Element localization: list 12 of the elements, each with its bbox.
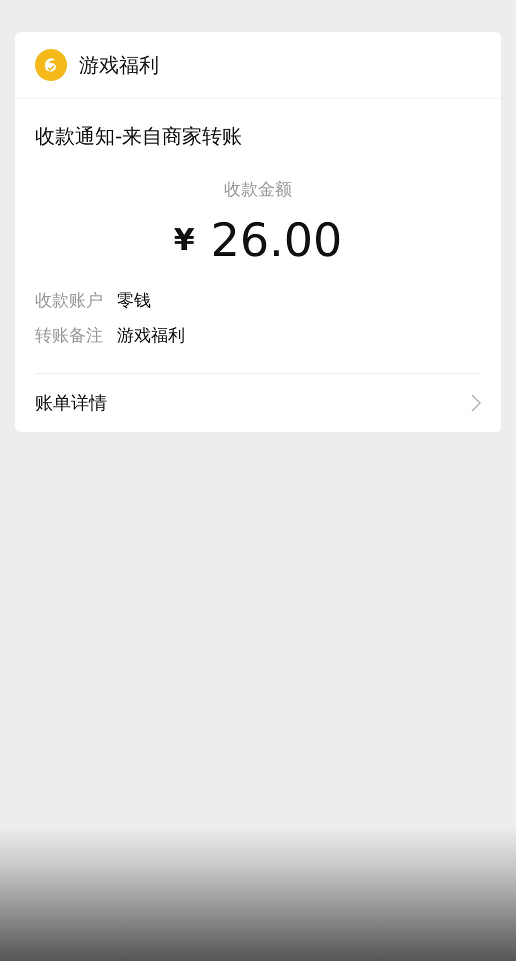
detail-value: 零钱 <box>117 290 151 312</box>
currency-symbol: ¥ <box>174 222 195 258</box>
detail-value: 游戏福利 <box>117 325 185 347</box>
notice-title: 收款通知-来自商家转账 <box>35 123 244 150</box>
merchant-logo-icon <box>35 49 67 81</box>
detail-label: 收款账户 <box>35 290 103 312</box>
merchant-name: 游戏福利 <box>79 52 159 78</box>
chevron-right-icon <box>471 394 481 412</box>
amount-label: 收款金额 <box>223 179 293 201</box>
bill-details-link[interactable]: 账单详情 <box>35 374 481 432</box>
detail-label: 转账备注 <box>35 325 103 347</box>
amount-value: 26.00 <box>210 213 342 267</box>
